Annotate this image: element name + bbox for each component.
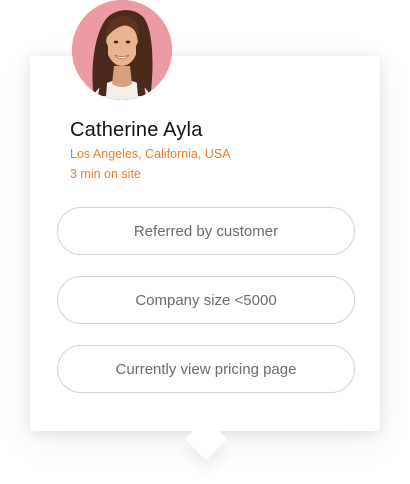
profile-location: Los Angeles, California, USA [70,147,231,161]
tag-viewing-pricing-page[interactable]: Currently view pricing page [57,345,355,393]
avatar [72,0,172,100]
tag-label: Company size <5000 [135,291,277,309]
tag-referred-by-customer[interactable]: Referred by customer [57,207,355,255]
tag-label: Currently view pricing page [115,360,297,378]
profile-name: Catherine Ayla [70,119,203,141]
tag-label: Referred by customer [133,222,279,240]
avatar-photo [72,0,172,100]
time-on-site: 3 min on site [70,167,141,181]
tag-company-size[interactable]: Company size <5000 [57,276,355,324]
